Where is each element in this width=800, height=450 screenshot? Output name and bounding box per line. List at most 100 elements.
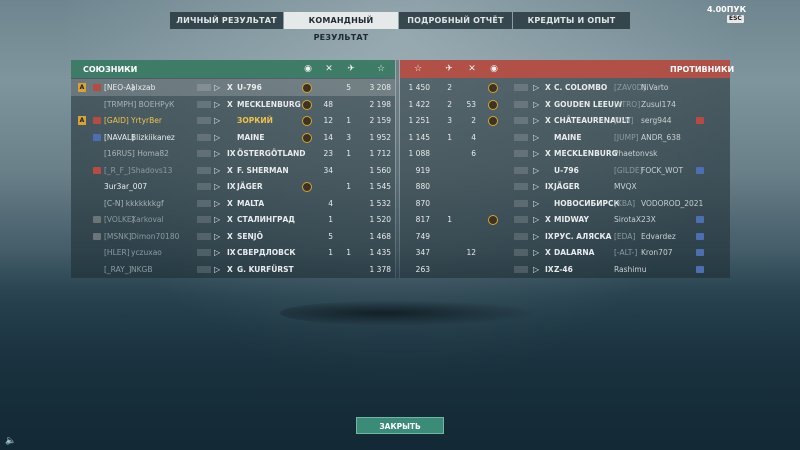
player-name[interactable]: [TRMPH] ВОЕНРуК: [104, 96, 174, 113]
player-name[interactable]: Edvardez: [641, 228, 676, 245]
rank-icon: [93, 166, 101, 174]
player-name[interactable]: VODOROD_2021: [641, 195, 703, 212]
medal-icon: [488, 215, 498, 225]
exp-value: 749: [415, 231, 430, 241]
player-name[interactable]: Kron707: [641, 244, 673, 261]
player-name[interactable]: MVQX: [614, 178, 637, 195]
enemy-row[interactable]: 880 ▷ IX JÄGER MVQX: [400, 178, 730, 195]
player-name[interactable]: alxzab: [131, 79, 155, 96]
ship-level-badge: [514, 166, 528, 174]
ally-row[interactable]: [HLER] yczuxao ▷ IX СВЕРДЛОВСК 1 1 1 435: [71, 244, 395, 261]
player-name[interactable]: Zusul174: [641, 96, 676, 113]
ally-row[interactable]: 3ur3ar_007 ▷ IX JÄGER 1 1 545: [71, 178, 395, 195]
kills-value: 4: [328, 198, 333, 208]
ship-class-icon: ▷: [533, 231, 540, 241]
player-name[interactable]: [C-N] kkkkkkkgf: [104, 195, 164, 212]
enemy-row[interactable]: 817 1 ▷ X MIDWAY SirotaX23X: [400, 211, 730, 228]
exp-value: 1 435: [369, 248, 391, 257]
ship-level-badge: [197, 133, 211, 141]
enemy-row[interactable]: 1 088 6 ▷ X MECKLENBURG Phaetonvsk: [400, 145, 730, 162]
ally-row[interactable]: [_RAY_] NKGB ▷ X G. KURFÜRST 1 378: [71, 261, 395, 278]
ally-row[interactable]: [TRMPH] ВОЕНРуК ▷ X MECKLENBURG 48 2 198: [71, 96, 395, 113]
clan-tag: [MSNK]: [104, 231, 132, 241]
ship-tier: X: [227, 83, 233, 92]
ship-tier: IX: [227, 248, 236, 257]
enemies-title: ПРОТИВНИКИ: [670, 65, 735, 74]
player-name[interactable]: SirotaX23X: [614, 211, 656, 228]
player-name[interactable]: [16RUS] Homa82: [104, 145, 169, 162]
clan-tag: [NAVAL]: [104, 132, 135, 142]
enemy-row[interactable]: 870 ▷ НОВОСИБИРСК [KBA] VODOROD_2021: [400, 195, 730, 212]
player-name[interactable]: FOCK_WOT: [641, 162, 683, 179]
ship-level-badge: [514, 265, 528, 273]
planes-value: 1: [346, 149, 351, 158]
ship-class-icon: ▷: [214, 264, 221, 274]
ally-row[interactable]: A [NEO-A] alxzab ▷ X U-796 5 3 208: [71, 79, 395, 96]
sound-icon[interactable]: 🔈: [5, 436, 16, 446]
clan-tag: [KBA]: [614, 198, 636, 208]
ship-name: СТАЛИНГРАД: [237, 215, 295, 224]
planes-value: 1: [346, 248, 351, 257]
ship-level-badge: [514, 133, 528, 141]
medal-icon: [488, 99, 498, 110]
ship-name: MALTA: [237, 198, 265, 208]
kills-icon: ✕: [468, 64, 476, 74]
ally-row[interactable]: [C-N] kkkkkkkgf ▷ X MALTA 4 1 532: [71, 195, 395, 212]
player-name[interactable]: Xarkoval: [131, 211, 164, 228]
enemy-row[interactable]: 1 251 3 2 ▷ X CHÂTEAURENAULT [C-N] serg944: [400, 112, 730, 129]
clan-tag: [HLER]: [104, 248, 130, 257]
player-name[interactable]: yczuxao: [131, 244, 162, 261]
ship-level-badge: [197, 249, 211, 256]
esc-key-hint[interactable]: ESC: [727, 15, 744, 23]
player-name[interactable]: NiVarto: [641, 79, 668, 96]
clan-tag: [VOLKE]: [104, 215, 135, 224]
planes-value: 2: [447, 83, 452, 92]
tab-detailed-report[interactable]: ПОДРОБНЫЙ ОТЧЁТ: [399, 12, 512, 29]
player-name[interactable]: YrtyrBer: [131, 112, 162, 129]
player-name[interactable]: Rashimu: [614, 261, 646, 278]
enemy-row[interactable]: 263 ▷ IX Z-46 Rashimu: [400, 261, 730, 278]
clan-tag: [GILDE]: [614, 165, 643, 175]
enemy-row[interactable]: 1 145 1 4 ▷ MAINE [JUMP] ANDR_638: [400, 129, 730, 146]
rank-icon: [696, 216, 704, 223]
enemy-row[interactable]: 919 ▷ U-796 [GILDE] FOCK_WOT: [400, 162, 730, 179]
ally-row[interactable]: [_R_F_] Shadovs13 ▷ X F. SHERMAN 34 1 560: [71, 162, 395, 179]
player-name[interactable]: 3ur3ar_007: [104, 178, 147, 195]
planes-value: 3: [447, 116, 452, 125]
player-name[interactable]: serg944: [641, 112, 672, 129]
ally-row[interactable]: A [GAID] YrtyrBer ▷ ЗОРКИЙ 12 1 2 159: [71, 112, 395, 129]
ship-class-icon: ▷: [533, 248, 540, 257]
player-name[interactable]: Phaetonvsk: [614, 145, 657, 162]
ship-tier: X: [545, 99, 551, 109]
enemy-row[interactable]: 347 12 ▷ X DALARNA [-ALT-] Kron707: [400, 244, 730, 261]
tab-credits-xp[interactable]: КРЕДИТЫ И ОПЫТ: [513, 12, 630, 29]
medal-icon: ◉: [490, 64, 498, 74]
enemy-row[interactable]: 749 ▷ IX РУС. АЛЯСКА [EDA] Edvardez: [400, 228, 730, 245]
close-button[interactable]: ЗАКРЫТЬ: [356, 417, 444, 434]
player-name[interactable]: NKGB: [131, 261, 153, 278]
ship-level-badge: [514, 199, 528, 207]
rank-icon: [93, 84, 101, 91]
ship-tier: X: [227, 198, 233, 208]
planes-icon: ✈: [347, 64, 355, 74]
player-name[interactable]: Dimon70180: [131, 228, 179, 245]
player-name[interactable]: ANDR_638: [641, 129, 681, 146]
enemy-row[interactable]: 1 450 2 ▷ X C. COLOMBO [ZAV0D] NiVarto: [400, 79, 730, 96]
ship-class-icon: ▷: [214, 231, 221, 241]
enemy-row[interactable]: 1 422 2 53 ▷ X GOUDEN LEEUW [YTRO] Zusul174: [400, 96, 730, 113]
ship-level-badge: [197, 84, 211, 91]
ship-level-badge: [514, 117, 528, 124]
ally-row[interactable]: [NAVAL] Blizkiikanez ▷ MAINE 14 3 1 952: [71, 129, 395, 146]
tab-team-result[interactable]: КОМАНДНЫЙ РЕЗУЛЬТАТ: [284, 12, 398, 42]
planes-icon: ✈: [445, 64, 453, 74]
ally-row[interactable]: [MSNK] Dimon70180 ▷ X SENJŌ 5 1 468: [71, 228, 395, 245]
planes-value: 3: [346, 132, 351, 142]
kills-value: 48: [323, 99, 333, 109]
player-name[interactable]: Shadovs13: [131, 162, 172, 179]
ship-tier: X: [227, 215, 233, 224]
tab-personal-result[interactable]: ЛИЧНЫЙ РЕЗУЛЬТАТ: [170, 12, 283, 29]
player-name[interactable]: Blizkiikanez: [131, 129, 175, 146]
ally-row[interactable]: [16RUS] Homa82 ▷ IX ÖSTERGÖTLAND 23 1 1 712: [71, 145, 395, 162]
ally-row[interactable]: [VOLKE] Xarkoval ▷ X СТАЛИНГРАД 1 1 520: [71, 211, 395, 228]
ship-name: MAINE: [237, 132, 265, 142]
